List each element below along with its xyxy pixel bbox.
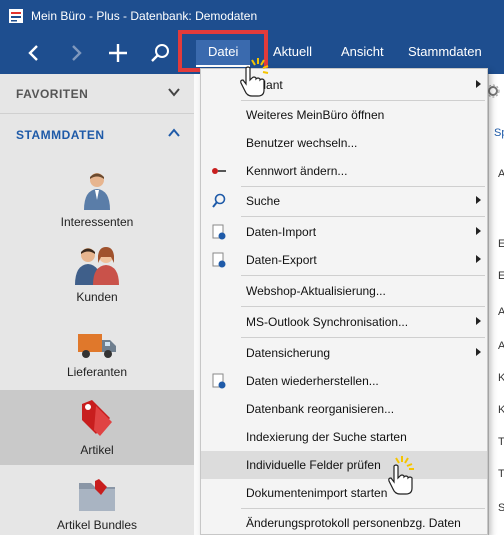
people-icon [75,247,119,285]
plus-icon [109,44,127,62]
chevron-right-icon [72,45,82,61]
menu-item-label: Benutzer wechseln... [246,136,358,150]
background-cell: A [498,168,504,180]
title-bar: Mein Büro - Plus - Datenbank: Demodaten [0,0,504,32]
menu-separator [241,337,485,338]
tab-ansicht[interactable]: Ansicht [341,44,384,59]
tab-datei[interactable]: Datei [196,40,251,67]
submenu-arrow-icon [476,80,481,88]
sidebar-item-label: Lieferanten [66,365,128,379]
sidebar-item-label: Interessenten [60,215,134,229]
sidebar-item-artikel-bundles[interactable]: Artikel Bundles [0,465,194,535]
tag-icon [82,400,112,436]
folder-tag-icon [79,479,115,511]
sidebar-item-artikel[interactable]: Artikel [0,390,194,465]
submenu-arrow-icon [476,196,481,204]
menu-item-suche[interactable]: Suche [201,187,487,215]
submenu-arrow-icon [476,227,481,235]
menu-item-daten-wiederherstellen[interactable]: Daten wiederherstellen... [201,367,487,395]
sidebar: FAVORITEN STAMMDATEN Interessenten Kunde… [0,74,194,535]
menu-item-mandant[interactable]: andant [201,71,487,99]
chevron-up-icon [168,128,180,137]
menu-item-kennwort-aendern[interactable]: Kennwort ändern... [201,157,487,185]
menu-item-label: MS-Outlook Synchronisation... [246,315,409,329]
right-column-strip [488,74,504,535]
menu-item-label: Änderungsprotokoll personenbzg. Daten [246,516,461,530]
background-cell: E [498,270,504,282]
app-icon [9,9,23,23]
menu-item-label: Daten wiederherstellen... [246,374,379,388]
sidebar-item-label: Artikel [80,443,114,457]
key-icon [212,168,226,174]
sidebar-item-interessenten[interactable]: Interessenten [0,162,194,237]
menu-item-label: Individuelle Felder prüfen [246,458,381,472]
menu-item-label: Datenbank reorganisieren... [246,402,395,416]
stammdaten-section[interactable]: STAMMDATEN [0,115,194,155]
truck-icon [78,334,116,358]
submenu-arrow-icon [476,348,481,356]
menu-item-label: Daten-Import [246,225,317,239]
background-cell: T [498,436,504,448]
menu-item-label: Weiteres MeinBüro öffnen [246,108,385,122]
menu-item-label: Dokumentenimport starten [246,486,388,500]
tab-aktuell[interactable]: Aktuell [273,44,312,59]
menu-item-benutzer-wechseln[interactable]: Benutzer wechseln... [201,129,487,157]
datei-menu: andant Weiteres MeinBüro öffnen Benutzer… [200,68,488,535]
background-cell: Sp [494,127,504,139]
menu-item-datenbank-reorganisieren[interactable]: Datenbank reorganisieren... [201,395,487,423]
add-button[interactable] [100,32,136,74]
background-cell: E [498,238,504,250]
background-cell: K [498,372,504,384]
menu-item-weiteres-oeffnen[interactable]: Weiteres MeinBüro öffnen [201,101,487,129]
background-cell: A [498,340,504,352]
menu-item-aenderungsprotokoll[interactable]: Änderungsprotokoll personenbzg. Daten [201,509,487,534]
tab-stammdaten[interactable]: Stammdaten [408,44,482,59]
restore-icon [212,373,226,389]
menu-separator [241,216,485,217]
stammdaten-label: STAMMDATEN [16,128,105,142]
export-icon [212,252,226,268]
menu-separator [241,306,485,307]
sidebar-item-label: Kunden [76,290,118,304]
import-icon [212,224,226,240]
sidebar-item-label: Artikel Bundles [56,518,138,532]
menu-item-label: Suche [246,194,281,208]
submenu-arrow-icon [476,255,481,263]
menu-item-label: Daten-Export [246,253,317,267]
menu-item-daten-import[interactable]: Daten-Import [201,218,487,246]
background-cell: T [498,468,504,480]
chevron-down-icon [168,88,180,97]
background-cell: S [498,502,504,514]
search-button[interactable] [142,32,178,74]
forward-button[interactable] [58,32,94,74]
menu-item-daten-export[interactable]: Daten-Export [201,246,487,274]
favorites-section[interactable]: FAVORITEN [0,74,194,114]
background-cell: A [498,306,504,318]
submenu-arrow-icon [476,317,481,325]
menu-item-dokumentenimport[interactable]: Dokumentenimport starten [201,479,487,507]
back-button[interactable] [16,32,52,74]
person-icon [84,173,110,210]
window-title: Mein Büro - Plus - Datenbank: Demodaten [31,9,258,23]
menu-item-label: andant [246,78,283,92]
favorites-label: FAVORITEN [16,86,89,101]
search-icon [212,193,226,208]
menu-item-individuelle-felder[interactable]: Individuelle Felder prüfen [201,451,487,479]
background-cell: K [498,404,504,416]
menu-item-indexierung[interactable]: Indexierung der Suche starten [201,423,487,451]
menu-item-outlook-sync[interactable]: MS-Outlook Synchronisation... [201,308,487,336]
menu-item-label: Datensicherung [246,346,331,360]
search-icon [151,44,169,62]
sidebar-item-lieferanten[interactable]: Lieferanten [0,312,194,387]
menu-item-label: Indexierung der Suche starten [246,430,407,444]
sidebar-item-kunden[interactable]: Kunden [0,237,194,312]
menu-separator [241,275,485,276]
menu-item-label: Webshop-Aktualisierung... [246,284,386,298]
menu-item-label: Kennwort ändern... [246,164,348,178]
chevron-left-icon [28,45,38,61]
menu-item-webshop[interactable]: Webshop-Aktualisierung... [201,277,487,305]
menu-item-datensicherung[interactable]: Datensicherung [201,339,487,367]
gear-icon[interactable] [486,84,500,98]
